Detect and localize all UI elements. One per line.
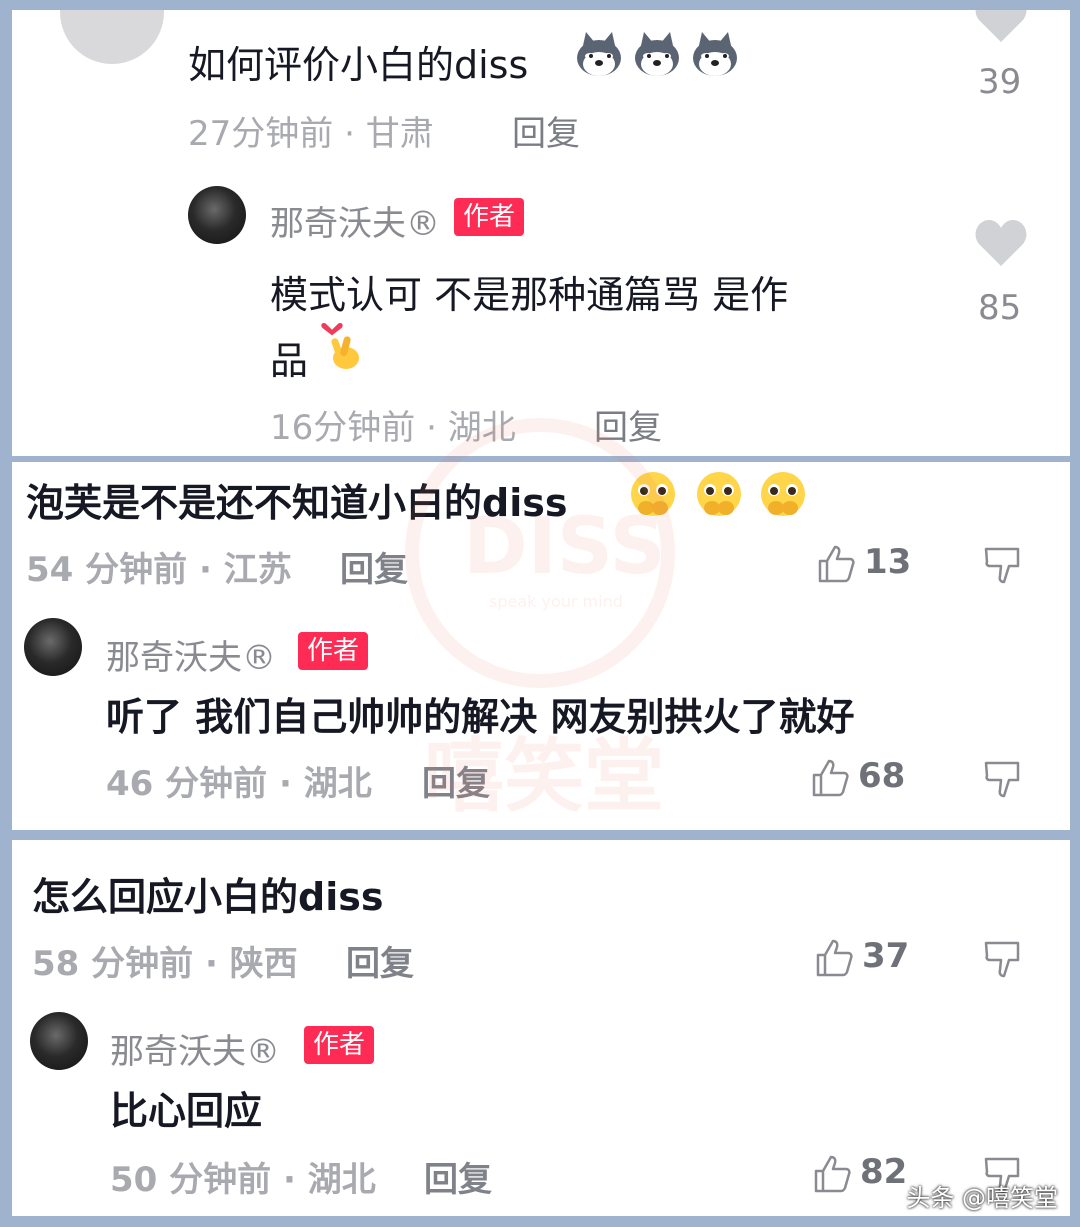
author-reply-time: 46 分钟前	[106, 764, 268, 804]
comment-meta: 27分钟前 · 甘肃	[188, 106, 434, 155]
pleading-emoji	[631, 472, 675, 516]
author-name[interactable]: 那奇沃夫®	[270, 196, 440, 245]
meta-separator: ·	[283, 1160, 308, 1200]
comment-text: 如何评价小白的diss	[188, 43, 529, 87]
reply-button[interactable]: 回复	[512, 106, 580, 155]
watermark-brand: 嘻笑堂	[424, 730, 664, 823]
reply-button[interactable]: 回复	[340, 542, 408, 591]
author-reply-location: 湖北	[447, 408, 516, 448]
like-count: 13	[864, 542, 912, 582]
author-reply-time: 16分钟前	[270, 408, 416, 448]
author-name[interactable]: 那奇沃夫®	[106, 630, 276, 679]
footer-watermark: 头条 @嘻笑堂	[906, 1184, 1058, 1212]
like-count: 85	[978, 288, 1022, 328]
meta-separator: ·	[344, 114, 366, 154]
thumbs-up-icon[interactable]	[812, 1154, 852, 1194]
author-name[interactable]: 那奇沃夫®	[110, 1024, 280, 1073]
comment-meta: 58 分钟前 · 陕西	[32, 936, 298, 985]
thumbs-up-icon[interactable]	[810, 758, 850, 798]
reply-button[interactable]: 回复	[346, 936, 414, 985]
like-count: 39	[978, 62, 1022, 102]
pleading-emoji	[697, 472, 741, 516]
pleading-emoji	[761, 472, 805, 516]
author-reply-meta: 46 分钟前 · 湖北	[106, 756, 372, 805]
comment-text: 怎么回应小白的diss	[32, 875, 384, 919]
heart-hand-emoji	[321, 323, 359, 369]
like-count: 82	[860, 1152, 908, 1192]
wolf-emoji	[635, 32, 679, 76]
author-avatar[interactable]	[24, 618, 82, 676]
author-reply-text: 模式认可 不是那种通篇骂 是作	[270, 273, 789, 317]
author-badge: 作者	[304, 1026, 375, 1064]
like-count: 68	[858, 756, 906, 796]
author-reply-text-continued: 品	[270, 339, 309, 383]
author-reply-text: 比心回应	[110, 1089, 263, 1133]
commenter-avatar[interactable]	[60, 10, 164, 64]
reply-button[interactable]: 回复	[594, 400, 662, 449]
comment-time: 58 分钟前	[32, 944, 194, 984]
wolf-emoji	[693, 32, 737, 76]
heart-icon[interactable]	[974, 10, 1028, 44]
comment-time: 54 分钟前	[26, 550, 188, 590]
meta-separator: ·	[279, 764, 304, 804]
heart-icon[interactable]	[974, 220, 1028, 268]
wolf-emoji	[577, 32, 621, 76]
comment-meta: 54 分钟前 · 江苏	[26, 542, 292, 591]
comment-panel-3: 怎么回应小白的diss 58 分钟前 · 陕西 回复 37 那奇沃夫® 作者 比…	[12, 840, 1070, 1216]
thumbs-down-icon[interactable]	[982, 760, 1022, 800]
comment-panel-1: 如何评价小白的diss 27分钟前 · 甘肃 回复 39 那奇沃夫® 作者 模式…	[12, 10, 1070, 456]
thumbs-down-icon[interactable]	[982, 546, 1022, 586]
author-reply-location: 湖北	[307, 1160, 376, 1200]
author-badge: 作者	[454, 198, 525, 236]
meta-separator: ·	[426, 408, 448, 448]
meta-separator: ·	[199, 550, 224, 590]
like-count: 37	[862, 936, 910, 976]
author-avatar[interactable]	[30, 1012, 88, 1070]
meta-separator: ·	[205, 944, 230, 984]
author-avatar[interactable]	[188, 186, 246, 244]
thumbs-down-icon[interactable]	[982, 940, 1022, 980]
comment-location: 陕西	[229, 944, 298, 984]
thumbs-up-icon[interactable]	[816, 544, 856, 584]
author-reply-meta: 16分钟前 · 湖北	[270, 400, 516, 449]
author-reply-location: 湖北	[303, 764, 372, 804]
thumbs-up-icon[interactable]	[814, 938, 854, 978]
author-badge: 作者	[298, 632, 369, 670]
author-reply-time: 50 分钟前	[110, 1160, 272, 1200]
comment-time: 27分钟前	[188, 114, 334, 154]
author-reply-meta: 50 分钟前 · 湖北	[110, 1152, 376, 1201]
comment-location: 甘肃	[365, 114, 434, 154]
comment-text: 泡芙是不是还不知道小白的diss	[26, 481, 568, 525]
comment-location: 江苏	[223, 550, 292, 590]
reply-button[interactable]: 回复	[424, 1152, 492, 1201]
